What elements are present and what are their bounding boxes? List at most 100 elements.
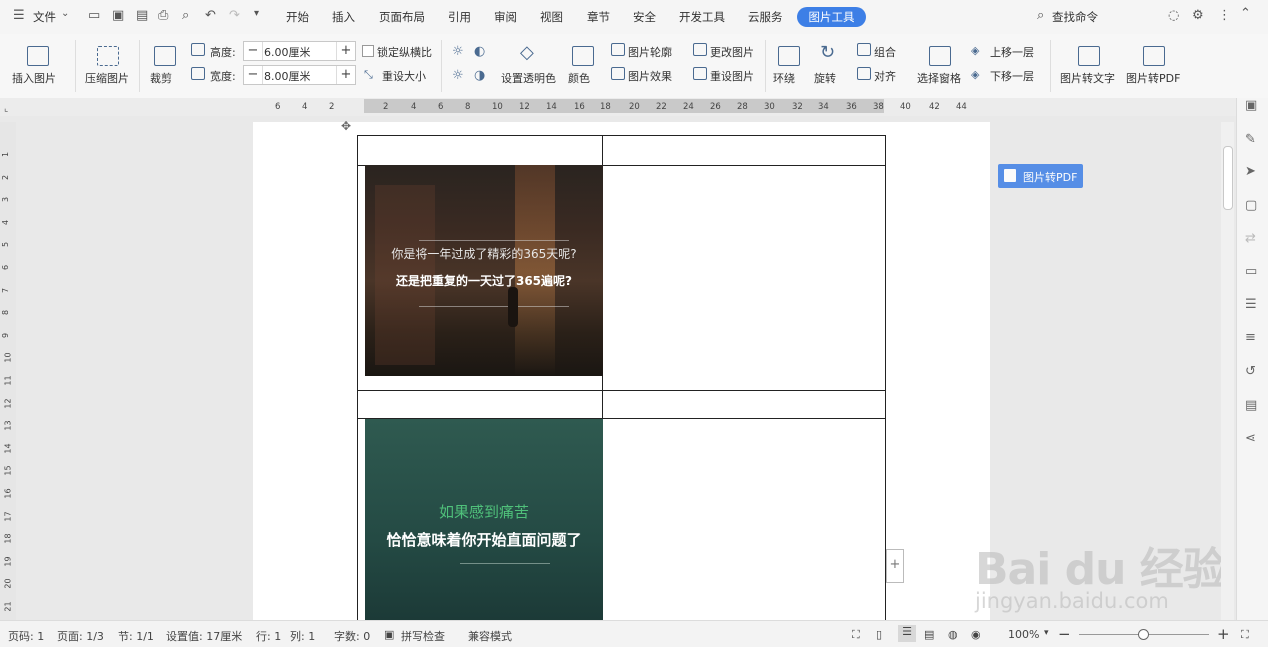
tab-view[interactable]: 视图 [540,9,563,25]
page-number[interactable]: 页码: 1 [8,628,44,644]
picture-to-pdf-icon[interactable] [1143,46,1165,66]
share-icon[interactable]: ⋖ [1245,431,1256,446]
minus-icon[interactable]: − [244,66,263,84]
bring-forward-icon[interactable]: ◈ [971,44,979,57]
picture-to-text-button[interactable]: 图片转文字 [1060,70,1115,86]
height-input[interactable]: 6.00厘米 [264,44,311,60]
word-count[interactable]: 字数: 0 [334,628,370,644]
vertical-scrollbar[interactable] [1221,122,1234,620]
tab-security[interactable]: 安全 [633,9,656,25]
transparent-icon[interactable]: ◇ [520,42,534,63]
file-menu[interactable]: 文件 [33,9,56,25]
zoom-out-icon[interactable]: − [1058,625,1071,643]
rotate-icon[interactable]: ↻ [820,42,835,63]
fit-window-icon[interactable]: ⛶ [1241,628,1249,642]
picture-to-text-icon[interactable] [1078,46,1100,66]
select-icon[interactable]: ➤ [1245,164,1256,179]
translate-icon[interactable]: ⇄ [1245,231,1256,246]
chevron-down-icon[interactable]: ⌄ [61,8,69,19]
zoom-level[interactable]: 100% [1008,628,1039,641]
compress-icon[interactable] [97,46,119,66]
lock-ratio-checkbox[interactable] [362,45,374,57]
section[interactable]: 节: 1/1 [118,628,154,644]
column-indicator[interactable]: 列: 1 [290,628,315,644]
height-stepper[interactable]: − 6.00厘米 + [243,41,356,61]
contrast-down-icon[interactable]: ◑ [474,68,485,83]
web-view-icon[interactable]: ◍ [948,628,958,641]
change-picture-icon[interactable] [693,43,707,56]
send-backward-button[interactable]: 下移一层 [990,68,1034,84]
gear-icon[interactable]: ⚙ [1192,8,1204,23]
lock-ratio-label[interactable]: 锁定纵横比 [377,44,432,60]
align-button[interactable]: 对齐 [874,68,896,84]
more-icon[interactable]: ⋮ [1218,8,1231,23]
color-button[interactable]: 颜色 [568,70,590,86]
group-button[interactable]: 组合 [874,44,896,60]
save-icon[interactable]: ▣ [112,8,124,23]
history-icon[interactable]: ↺ [1245,364,1256,379]
picture-green-quote[interactable]: 如果感到痛苦 恰恰意味着你开始直面问题了 [365,419,603,620]
add-column-button[interactable]: + [886,549,904,583]
pdf-icon[interactable]: ▤ [136,8,148,23]
page-view-icon[interactable]: ☰ [898,625,916,642]
tab-picture-tools[interactable]: 图片工具 [797,7,866,27]
outline-icon[interactable] [611,43,625,56]
spell-check[interactable]: 拼写检查 [401,628,445,644]
picture-outline-button[interactable]: 图片轮廓 [628,44,672,60]
wrap-icon[interactable] [778,46,800,66]
insert-picture-button[interactable]: 插入图片 [12,70,56,86]
zoom-dropdown-icon[interactable]: ▾ [1044,628,1049,638]
color-icon[interactable] [572,46,594,66]
tab-references[interactable]: 引用 [448,9,471,25]
tab-cloud[interactable]: 云服务 [748,9,783,25]
scroll-thumb[interactable] [1223,146,1233,210]
preview-icon[interactable]: ⌕ [182,8,189,23]
reset-size-button[interactable]: 重设大小 [382,68,426,84]
compat-mode[interactable]: 兼容模式 [468,628,512,644]
zoom-slider-thumb[interactable] [1138,629,1149,640]
picture-to-pdf-button[interactable]: 图片转PDF [1126,70,1180,86]
tab-page-layout[interactable]: 页面布局 [379,9,425,25]
reset-size-icon[interactable]: ⤡ [364,68,373,82]
tab-insert[interactable]: 插入 [332,9,355,25]
adjust-icon[interactable]: ≡ [1245,330,1256,345]
float-picture-to-pdf[interactable]: 图片转PDF [998,164,1083,188]
hamburger-icon[interactable]: ☰ [13,8,25,23]
sidebar-toggle-icon[interactable]: ▣ [1245,98,1257,113]
box-icon[interactable]: ▭ [1245,264,1257,279]
picture-night-street[interactable]: 你是将一年过成了精彩的365天呢? 还是把重复的一天过了365遍呢? [365,165,603,376]
wrap-button[interactable]: 环绕 [773,70,795,86]
backup-icon[interactable]: ▤ [1245,398,1257,413]
chat-icon[interactable]: ◌ [1168,8,1179,23]
rotate-button[interactable]: 旋转 [814,70,836,86]
brightness-down-icon[interactable]: ☼ [452,68,464,83]
page-count[interactable]: 页面: 1/3 [57,628,104,644]
table-move-icon[interactable]: ✥ [341,119,351,133]
setting-value[interactable]: 设置值: 17厘米 [166,628,242,644]
picture-effect-button[interactable]: 图片效果 [628,68,672,84]
open-icon[interactable]: ▭ [88,8,100,23]
edit-icon[interactable]: ✎ [1245,132,1256,147]
crop-icon[interactable] [154,46,176,66]
send-backward-icon[interactable]: ◈ [971,68,979,81]
group-icon[interactable] [857,43,871,56]
reset-picture-button[interactable]: 重设图片 [710,68,754,84]
plus-icon[interactable]: + [336,66,355,84]
search-icon[interactable]: ⌕ [1037,8,1044,23]
selection-pane-button[interactable]: 选择窗格 [917,70,961,86]
selection-pane-icon[interactable] [929,46,951,66]
insert-picture-icon[interactable] [27,46,49,66]
minus-icon[interactable]: − [244,42,263,60]
outline-view-icon[interactable]: ▤ [924,628,934,641]
reset-picture-icon[interactable] [693,67,707,80]
width-stepper[interactable]: − 8.00厘米 + [243,65,356,85]
change-picture-button[interactable]: 更改图片 [710,44,754,60]
row-indicator[interactable]: 行: 1 [256,628,281,644]
undo-icon[interactable]: ↶ [205,8,216,23]
plus-icon[interactable]: + [336,42,355,60]
crop-button[interactable]: 裁剪 [150,70,172,86]
tab-start[interactable]: 开始 [286,9,309,25]
align-icon[interactable] [857,67,871,80]
compress-picture-button[interactable]: 压缩图片 [85,70,129,86]
tab-developer[interactable]: 开发工具 [679,9,725,25]
